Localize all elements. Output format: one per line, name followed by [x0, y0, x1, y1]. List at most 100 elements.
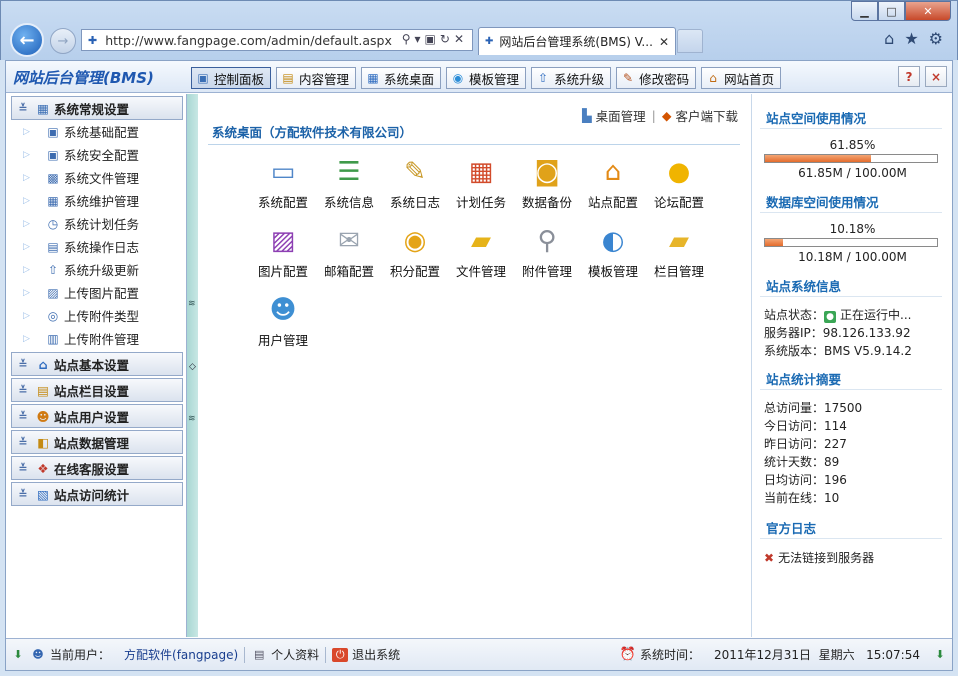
desktop-item[interactable]: ● 论坛配置	[646, 156, 712, 211]
sidebar-section-header[interactable]: ≚ ❖ 在线客服设置	[11, 456, 183, 480]
collapse-arrow-icon[interactable]: ◇	[189, 362, 196, 372]
sidebar-section-header[interactable]: ≚ ▦ 系统常规设置	[11, 96, 183, 120]
sidebar-item[interactable]: ▷ ◎ 上传附件类型	[6, 304, 186, 327]
db-usage-fill	[765, 239, 783, 246]
address-url: http://www.fangpage.com/admin/default.as…	[105, 32, 392, 48]
db-usage-bar	[764, 238, 938, 247]
clock-alarm-icon: ⏰	[619, 647, 637, 662]
desktop-item[interactable]: ✉ 邮箱配置	[316, 225, 382, 280]
desktop-item[interactable]: ▦ 计划任务	[448, 156, 514, 211]
address-bar[interactable]: ✚ http://www.fangpage.com/admin/default.…	[81, 29, 473, 51]
grip-icon: ≋	[188, 299, 196, 309]
service-icon: ❖	[37, 460, 49, 476]
settings-gear-icon[interactable]: ⚙	[929, 29, 943, 48]
status-separator	[244, 646, 246, 663]
desktop-item[interactable]: ☻ 用户管理	[250, 294, 316, 349]
desktop-item-label: 系统信息	[323, 195, 374, 210]
sidebar-item[interactable]: ▷ ▥ 上传附件管理	[6, 327, 186, 350]
sidebar-item-label: 系统基础配置	[64, 125, 140, 140]
nav-template-button[interactable]: ◉ 模板管理	[446, 67, 527, 89]
favorites-star-icon[interactable]: ★	[904, 29, 918, 48]
divider	[760, 212, 942, 213]
tree-arrow-icon: ▷	[23, 333, 30, 344]
sidebar-item[interactable]: ▷ ▦ 系统维护管理	[6, 189, 186, 212]
stop-icon[interactable]: ✕	[454, 32, 468, 46]
official-log-title: 官方日志	[766, 521, 817, 536]
desktop-item-label: 图片配置	[257, 264, 308, 279]
home-icon[interactable]: ⌂	[884, 29, 894, 48]
desktop-item[interactable]: ▰ 栏目管理	[646, 225, 712, 280]
desk-manage-link[interactable]: 桌面管理	[596, 106, 646, 125]
tree-arrow-icon: ▷	[23, 241, 30, 252]
desktop-item[interactable]: ✎ 系统日志	[382, 156, 448, 211]
desktop-item[interactable]: ◉ 积分配置	[382, 225, 448, 280]
sidebar-splitter[interactable]: ≋ ◇ ≋	[187, 94, 198, 637]
sidebar-section-header[interactable]: ≚ ▤ 站点栏目设置	[11, 378, 183, 402]
sidebar-section-header[interactable]: ≚ ☻ 站点用户设置	[11, 404, 183, 428]
forward-button[interactable]: →	[50, 28, 76, 54]
sidebar-section-header[interactable]: ≚ ⌂ 站点基本设置	[11, 352, 183, 376]
sidebar-item[interactable]: ▷ ▩ 系统文件管理	[6, 166, 186, 189]
close-app-button[interactable]: ×	[925, 66, 947, 87]
divider	[760, 538, 942, 539]
compat-icon[interactable]: ▣	[425, 32, 440, 46]
client-download-link[interactable]: 客户端下载	[675, 106, 738, 125]
new-tab-button[interactable]	[677, 29, 703, 53]
nav-document-button[interactable]: ▤ 内容管理	[276, 67, 357, 89]
sidebar-item[interactable]: ▷ ⇧ 系统升级更新	[6, 258, 186, 281]
nav-upgrade-button[interactable]: ⇧ 系统升级	[531, 67, 612, 89]
window-controls: ▁ □ ✕	[851, 1, 951, 21]
search-icon[interactable]: ⚲	[402, 32, 415, 46]
sidebar-section-label: 在线客服设置	[54, 461, 130, 477]
sidebar-item[interactable]: ▷ ▨ 上传图片配置	[6, 281, 186, 304]
refresh-icon[interactable]: ↻	[440, 32, 454, 46]
sidebar-section-header[interactable]: ≚ ◧ 站点数据管理	[11, 430, 183, 454]
desktop-item[interactable]: ⌂ 站点配置	[580, 156, 646, 211]
users-icon: ☻	[269, 295, 297, 325]
dropdown-icon[interactable]: ▾	[415, 32, 425, 46]
sidebar-section-header[interactable]: ≚ ▧ 站点访问统计	[11, 482, 183, 506]
nav-desktop-button[interactable]: ▦ 系统桌面	[361, 67, 442, 89]
sidebar-item-label: 上传附件管理	[64, 332, 140, 347]
desktop-item[interactable]: ▭ 系统配置	[250, 156, 316, 211]
tree-arrow-icon: ▷	[23, 310, 30, 321]
sidebar-item[interactable]: ▷ ▤ 系统操作日志	[6, 235, 186, 258]
help-button[interactable]: ?	[898, 66, 920, 87]
desktop-item[interactable]: ◐ 模板管理	[580, 225, 646, 280]
nav-home-button[interactable]: ⌂ 网站首页	[701, 67, 782, 89]
window-close-button[interactable]: ✕	[905, 1, 951, 21]
browser-tab[interactable]: ✚ 网站后台管理系统(BMS) V... ✕	[478, 27, 676, 55]
system-info-title: 站点系统信息	[766, 279, 842, 294]
nav-label: 系统升级	[554, 71, 605, 87]
forward-arrow-icon: →	[57, 33, 69, 49]
log-notepad-icon: ✎	[404, 157, 426, 187]
sidebar-item[interactable]: ▷ ▣ 系统基础配置	[6, 120, 186, 143]
minimize-button[interactable]: ▁	[851, 1, 878, 21]
current-user-link[interactable]: 方配软件(fangpage)	[124, 646, 238, 663]
desktop-item[interactable]: ▨ 图片配置	[250, 225, 316, 280]
desktop-item-label: 附件管理	[521, 264, 572, 279]
address-tools[interactable]: ⚲▾▣↻✕	[402, 32, 468, 46]
desktop-item-label: 文件管理	[455, 264, 506, 279]
nav-monitor-button[interactable]: ▣ 控制面板	[191, 67, 272, 89]
main-links: ▙ 桌面管理 | ◆ 客户端下载	[582, 106, 738, 125]
logout-link[interactable]: 退出系统	[352, 646, 400, 663]
desktop-item[interactable]: ⚲ 附件管理	[514, 225, 580, 280]
desktop-item[interactable]: ▰ 文件管理	[448, 225, 514, 280]
maximize-button[interactable]: □	[878, 1, 905, 21]
sidebar-item[interactable]: ▷ ▣ 系统安全配置	[6, 143, 186, 166]
back-button[interactable]: ←	[10, 23, 44, 57]
nav-key-button[interactable]: ✎ 修改密码	[616, 67, 697, 89]
stat-row: 总访问量：17500	[764, 401, 863, 415]
sidebar-item[interactable]: ▷ ◷ 系统计划任务	[6, 212, 186, 235]
tree-arrow-icon: ▷	[23, 218, 30, 229]
profile-link[interactable]: 个人资料	[271, 646, 319, 663]
folder-globe-icon: ▰	[471, 226, 491, 256]
tree-arrow-icon: ▷	[23, 172, 30, 183]
desktop-item[interactable]: ◙ 数据备份	[514, 156, 580, 211]
desktop-item-label: 计划任务	[455, 195, 506, 210]
log-error-text: 无法链接到服务器	[778, 551, 875, 565]
desk-manage-icon: ▙	[582, 108, 592, 123]
tab-close-icon[interactable]: ✕	[659, 35, 669, 49]
desktop-item[interactable]: ☰ 系统信息	[316, 156, 382, 211]
